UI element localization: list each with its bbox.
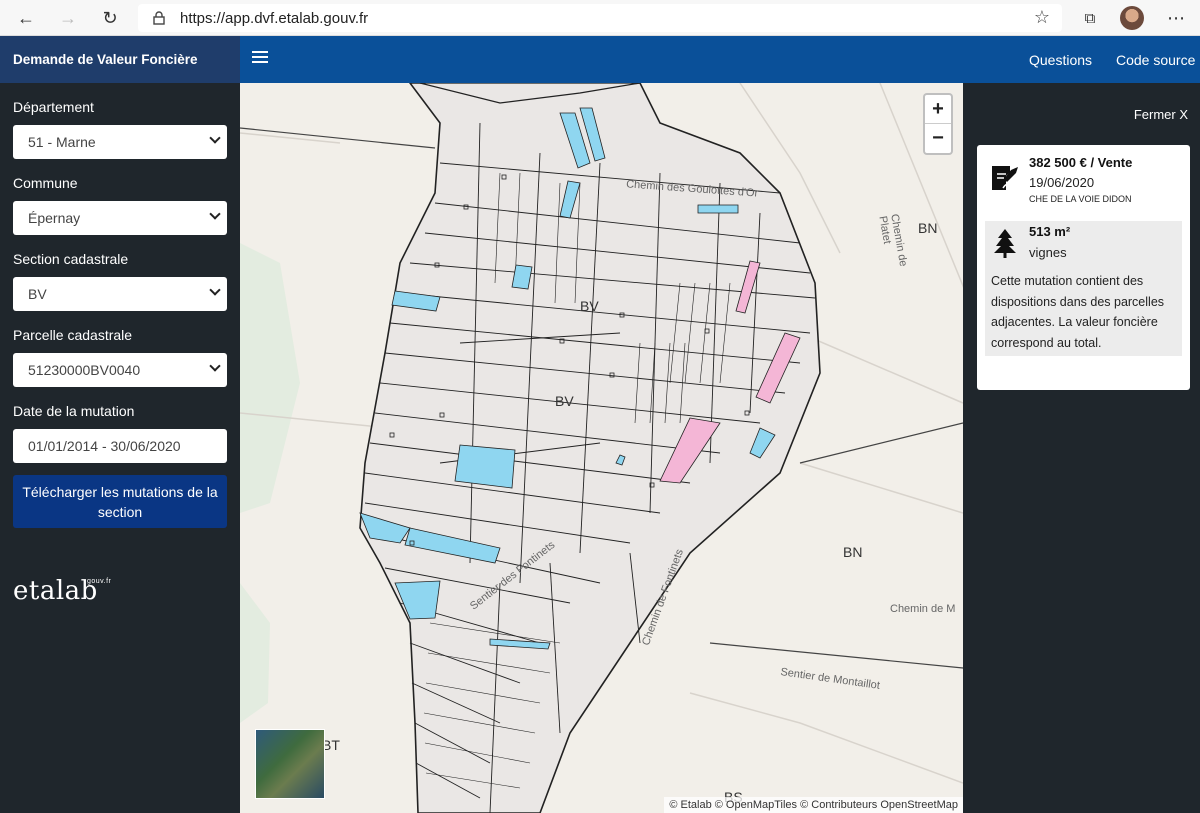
section-label-bv: BV — [580, 298, 599, 314]
app-header: Demande de Valeur Foncière Questions Cod… — [0, 36, 1200, 83]
logo-sup: gouv.fr — [87, 578, 112, 585]
departement-label: Département — [13, 99, 94, 115]
street-label: Chemin de M — [890, 603, 956, 615]
tree-icon — [994, 229, 1016, 258]
date-label: Date de la mutation — [13, 403, 135, 419]
chevron-down-icon — [209, 360, 221, 372]
favorite-star-icon[interactable]: ☆ — [1034, 7, 1050, 28]
hamburger-menu-icon[interactable] — [252, 51, 268, 65]
mutation-address: CHE DE LA VOIE DIDON — [1029, 194, 1132, 204]
browser-toolbar: ← → ↻ https://app.dvf.etalab.gouv.fr ☆ ⧉… — [0, 0, 1200, 36]
questions-link[interactable]: Questions — [1029, 52, 1092, 68]
signed-contract-icon — [992, 166, 1018, 190]
section-label-bn: BN — [918, 220, 938, 236]
mutation-details-panel: Fermer X 382 500 € / Vente 19/06/2020 CH… — [963, 83, 1200, 813]
collections-icon[interactable]: ⧉ — [1076, 4, 1104, 32]
date-range-input[interactable]: 01/01/2014 - 30/06/2020 — [13, 429, 227, 463]
url-text: https://app.dvf.etalab.gouv.fr — [180, 9, 369, 27]
chevron-down-icon — [209, 208, 221, 220]
commune-label: Commune — [13, 175, 78, 191]
cadastral-map[interactable]: BV BV BN BN BT BS Chemin des Goulottes d… — [240, 83, 963, 813]
lock-icon — [153, 11, 165, 25]
mutation-price: 382 500 € / Vente — [1029, 155, 1133, 170]
section-label-bv: BV — [555, 393, 574, 409]
parcel-usage: vignes — [1029, 245, 1067, 260]
departement-select[interactable]: 51 - Marne — [13, 125, 227, 159]
etalab-logo[interactable]: etalab gouv.fr — [13, 576, 227, 606]
green-area — [240, 583, 270, 723]
reload-icon[interactable]: ↻ — [96, 4, 124, 32]
date-range-value: 01/01/2014 - 30/06/2020 — [28, 438, 181, 454]
forward-arrow-icon[interactable]: → — [54, 4, 82, 32]
green-area — [240, 243, 300, 513]
map-attribution: © Etalab © OpenMapTiles © Contributeurs … — [664, 797, 963, 813]
parcelle-value: 51230000BV0040 — [28, 362, 141, 378]
close-panel-button[interactable]: Fermer X — [1134, 107, 1188, 122]
mutation-card: 382 500 € / Vente 19/06/2020 CHE DE LA V… — [977, 145, 1190, 390]
section-select[interactable]: BV — [13, 277, 227, 311]
satellite-layer-toggle[interactable] — [255, 729, 325, 799]
address-bar[interactable]: https://app.dvf.etalab.gouv.fr ☆ — [138, 4, 1062, 32]
departement-value: 51 - Marne — [28, 134, 96, 150]
download-mutations-button[interactable]: Télécharger les mutations de la section — [13, 475, 227, 528]
section-label-bn: BN — [843, 544, 863, 560]
mutation-note: Cette mutation contient des dispositions… — [991, 274, 1165, 350]
filters-sidebar: Département 51 - Marne Commune Épernay S… — [0, 83, 240, 813]
chevron-down-icon — [209, 284, 221, 296]
chevron-down-icon — [209, 132, 221, 144]
section-value: BV — [28, 286, 47, 302]
zoom-in-button[interactable]: + — [925, 95, 951, 124]
mutation-date: 19/06/2020 — [1029, 175, 1095, 190]
more-menu-icon[interactable]: ⋯ — [1162, 4, 1190, 32]
logo-text: etalab — [13, 576, 98, 606]
parcelle-select[interactable]: 51230000BV0040 — [13, 353, 227, 387]
parcelle-label: Parcelle cadastrale — [13, 327, 133, 343]
commune-value: Épernay — [28, 210, 81, 226]
app-title[interactable]: Demande de Valeur Foncière — [0, 36, 240, 83]
map-canvas[interactable] — [240, 83, 963, 813]
commune-select[interactable]: Épernay — [13, 201, 227, 235]
source-code-link[interactable]: Code source — [1116, 52, 1195, 68]
parcel-info-box: 513 m² vignes Cette mutation contient de… — [985, 221, 1182, 356]
zoom-control: + − — [923, 93, 953, 155]
parcel-area: 513 m² — [1029, 224, 1071, 239]
back-arrow-icon[interactable]: ← — [12, 4, 40, 32]
zoom-out-button[interactable]: − — [925, 124, 951, 153]
section-label: Section cadastrale — [13, 251, 129, 267]
profile-avatar[interactable] — [1120, 6, 1144, 30]
